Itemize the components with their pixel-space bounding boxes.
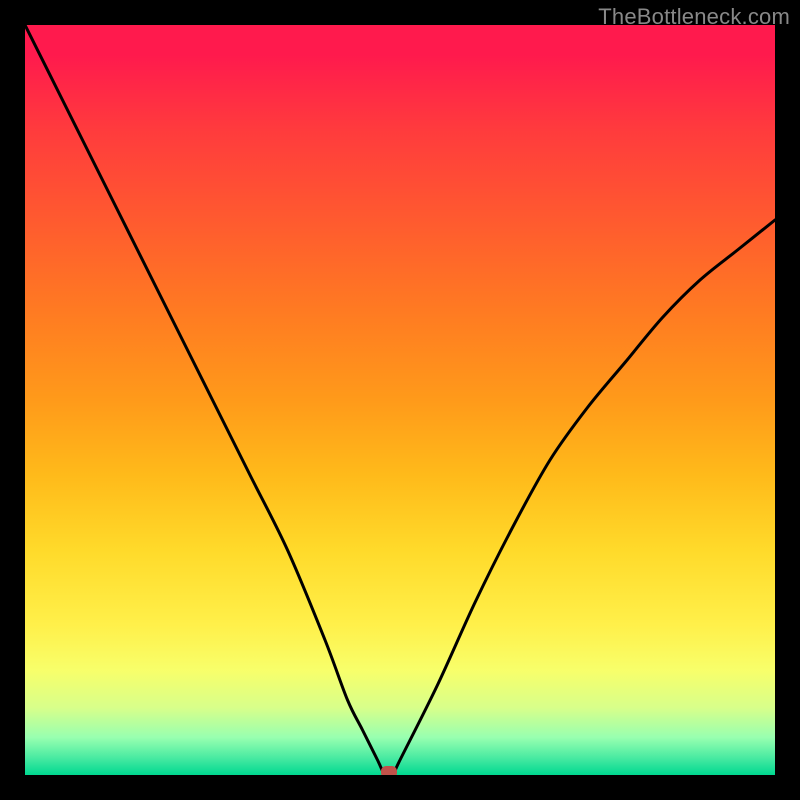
optimum-marker-icon xyxy=(381,766,397,775)
chart-frame: TheBottleneck.com xyxy=(0,0,800,800)
watermark-label: TheBottleneck.com xyxy=(598,4,790,30)
plot-area xyxy=(25,25,775,775)
bottleneck-curve xyxy=(25,25,775,775)
